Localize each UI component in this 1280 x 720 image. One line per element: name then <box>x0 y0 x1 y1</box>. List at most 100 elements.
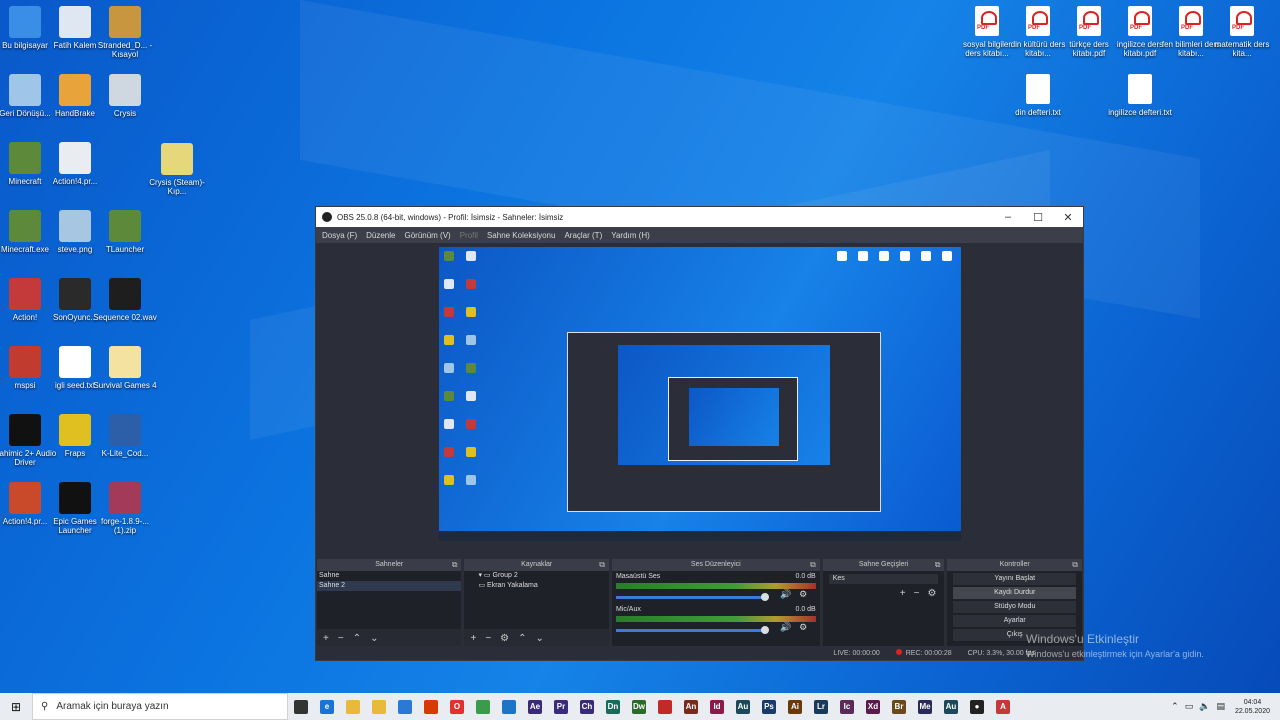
taskbar-app[interactable]: Dw <box>626 693 652 720</box>
maximize-icon[interactable]: ☐ <box>1023 211 1053 224</box>
taskbar-app[interactable]: Pr <box>548 693 574 720</box>
sources-toolbar: + − ⚙ ⌃ ⌄ <box>464 629 608 647</box>
txt-file-icon[interactable]: din defteri.txt <box>1006 74 1070 117</box>
taskbar-app[interactable] <box>392 693 418 720</box>
studio-mode-button[interactable]: Stüdyo Modu <box>953 601 1076 613</box>
add-icon[interactable]: + <box>900 588 906 599</box>
source-item[interactable]: ▾ ▭ Group 2 <box>464 571 608 581</box>
txt-file-icon[interactable]: ingilizce defteri.txt <box>1108 74 1172 117</box>
move-down-icon[interactable]: ⌄ <box>536 633 544 644</box>
volume-slider[interactable] <box>615 625 769 634</box>
taskbar-app[interactable]: Ae <box>522 693 548 720</box>
scene-item[interactable]: Sahne <box>317 571 461 581</box>
preview-canvas[interactable] <box>439 247 961 541</box>
mail-icon <box>398 699 412 714</box>
mixer-channel-header: Masaüstü Ses 0.0 dB <box>612 571 820 580</box>
mixer-dock: Ses Düzenleyici Masaüstü Ses 0.0 dB 🔊 ⚙ … <box>611 559 820 647</box>
taskbar-app[interactable]: A <box>990 693 1016 720</box>
settings-button[interactable]: Ayarlar <box>953 615 1076 627</box>
menu-file[interactable]: Dosya (F) <box>322 231 357 240</box>
desktop-icon-image <box>59 346 91 378</box>
rec-status-group: REC: 00:00:28 <box>895 649 952 657</box>
minimize-icon[interactable]: – <box>993 211 1023 223</box>
tray-chevron-icon[interactable]: ⌃ <box>1171 701 1179 712</box>
volume-icon[interactable]: 🔈 <box>1199 701 1210 712</box>
gear-icon[interactable]: ⚙ <box>927 588 936 599</box>
taskbar-app[interactable]: Ch <box>574 693 600 720</box>
rec-status: REC: 00:00:28 <box>905 650 952 657</box>
network-icon[interactable]: ▭ <box>1185 701 1194 712</box>
taskbar-app[interactable]: An <box>678 693 704 720</box>
acrobat-icon <box>658 699 672 714</box>
taskbar-app[interactable] <box>652 693 678 720</box>
taskbar-app[interactable]: Xd <box>860 693 886 720</box>
taskbar-app[interactable]: Me <box>912 693 938 720</box>
scene-item-selected[interactable]: Sahne 2 <box>317 581 462 591</box>
dimension-icon: Dn <box>606 699 620 714</box>
desktop-icon[interactable]: Crysis (Steam)-Kıp... <box>145 143 209 196</box>
action-icon: A <box>996 699 1010 714</box>
taskbar-app[interactable]: Au <box>938 693 964 720</box>
add-icon[interactable]: + <box>323 633 329 644</box>
taskbar-app[interactable] <box>288 693 314 720</box>
gear-icon[interactable]: ⚙ <box>799 622 807 633</box>
menu-edit[interactable]: Düzenle <box>366 231 395 240</box>
move-up-icon[interactable]: ⌃ <box>518 633 526 644</box>
menu-view[interactable]: Görünüm (V) <box>404 231 450 240</box>
menu-scene-collection[interactable]: Sahne Koleksiyonu <box>487 231 556 240</box>
move-up-icon[interactable]: ⌃ <box>353 633 361 644</box>
desktop-icon-image <box>161 143 193 175</box>
taskbar-app[interactable] <box>418 693 444 720</box>
taskbar-app[interactable]: Ai <box>782 693 808 720</box>
source-item[interactable]: ▭ Ekran Yakalama <box>464 581 608 591</box>
taskbar-app[interactable]: e <box>314 693 340 720</box>
desktop-icon[interactable]: K-Lite_Cod... <box>93 414 157 458</box>
taskbar-app[interactable] <box>470 693 496 720</box>
taskbar-app[interactable]: Br <box>886 693 912 720</box>
speaker-icon[interactable]: 🔊 <box>780 622 791 633</box>
taskbar-app[interactable]: Ic <box>834 693 860 720</box>
desktop-icon[interactable]: Survival Games 4 <box>93 346 157 390</box>
windows-start-icon[interactable]: ⊞ <box>0 693 32 720</box>
volume-slider[interactable] <box>615 592 769 601</box>
taskbar-app[interactable] <box>340 693 366 720</box>
desktop-icon[interactable]: TLauncher <box>93 210 157 254</box>
remove-icon[interactable]: − <box>338 633 344 644</box>
gear-icon[interactable]: ⚙ <box>799 589 807 600</box>
menu-help[interactable]: Yardım (H) <box>611 231 650 240</box>
start-streaming-button[interactable]: Yayını Başlat <box>953 573 1076 585</box>
taskbar-app[interactable]: Ps <box>756 693 782 720</box>
taskbar-app[interactable]: Lr <box>808 693 834 720</box>
taskbar-app[interactable]: Au <box>730 693 756 720</box>
add-icon[interactable]: + <box>470 633 476 644</box>
taskbar-app[interactable] <box>366 693 392 720</box>
desktop-icon[interactable]: Crysis <box>93 74 157 118</box>
speaker-icon[interactable]: 🔊 <box>780 589 791 600</box>
obs-window[interactable]: OBS 25.0.8 (64-bit, windows) - Profil: İ… <box>315 206 1084 661</box>
remove-icon[interactable]: − <box>485 633 491 644</box>
audition2-icon: Au <box>944 699 958 714</box>
language-icon[interactable]: ▤ <box>1216 701 1225 712</box>
remove-icon[interactable]: − <box>914 588 920 599</box>
pdf-file-icon[interactable]: matematik ders kita... <box>1210 6 1274 58</box>
close-icon[interactable]: ✕ <box>1053 211 1083 224</box>
tray-clock[interactable]: 04:04 22.05.2020 <box>1235 698 1270 716</box>
gear-icon[interactable]: ⚙ <box>500 633 509 644</box>
taskbar-app[interactable]: O <box>444 693 470 720</box>
menu-tools[interactable]: Araçlar (T) <box>564 231 602 240</box>
taskbar-app[interactable] <box>496 693 522 720</box>
desktop-icon[interactable]: Action!4.pr... <box>43 142 107 186</box>
stop-recording-button[interactable]: Kaydı Durdur <box>953 587 1076 599</box>
obs-titlebar[interactable]: OBS 25.0.8 (64-bit, windows) - Profil: İ… <box>316 207 1083 227</box>
desktop-icon[interactable]: forge-1.8.9-...(1).zip <box>93 482 157 535</box>
taskbar-search-box[interactable]: ⚲ Aramak için buraya yazın <box>32 693 288 720</box>
desktop-icon[interactable]: Sequence 02.wav <box>93 278 157 322</box>
menu-profile[interactable]: Profil <box>460 231 478 240</box>
taskbar-app[interactable]: Dn <box>600 693 626 720</box>
transition-select[interactable]: Kes <box>828 574 939 584</box>
taskbar-app[interactable]: Id <box>704 693 730 720</box>
taskbar-app[interactable]: ● <box>964 693 990 720</box>
move-down-icon[interactable]: ⌄ <box>370 633 378 644</box>
character-animator-icon: Ch <box>580 699 594 714</box>
desktop-icon[interactable]: Stranded_D... - Kısayol <box>93 6 157 59</box>
